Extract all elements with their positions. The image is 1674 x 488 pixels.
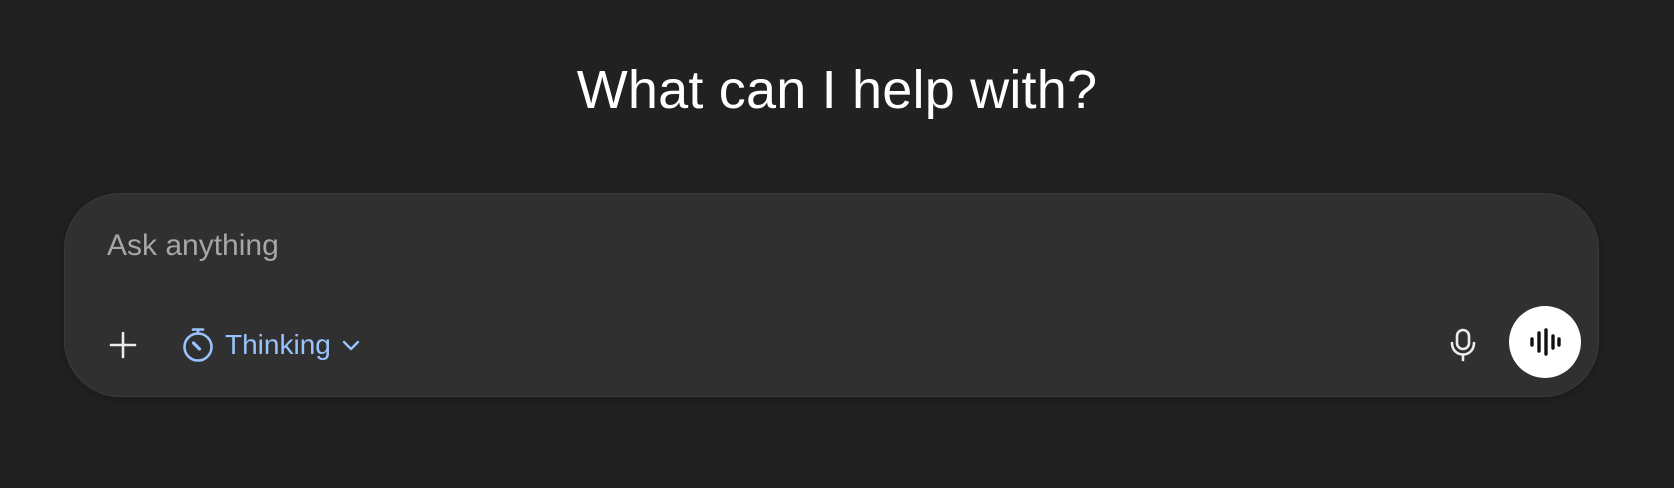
mode-label: Thinking (225, 329, 331, 360)
prompt-input[interactable] (107, 224, 1507, 268)
voice-mode-button[interactable] (1509, 306, 1581, 378)
page-title: What can I help with? (576, 60, 1098, 120)
timer-icon (179, 326, 217, 364)
composer: Thinking (64, 193, 1599, 397)
dictate-button[interactable] (1437, 319, 1489, 371)
chevron-down-icon (339, 333, 363, 357)
voice-waveform-icon (1528, 327, 1562, 357)
microphone-icon (1447, 327, 1479, 363)
chat-home: What can I help with? Thinking (0, 0, 1674, 488)
add-attachment-button[interactable] (99, 321, 147, 369)
plus-icon (107, 329, 139, 361)
thinking-mode-button[interactable]: Thinking (171, 319, 371, 371)
